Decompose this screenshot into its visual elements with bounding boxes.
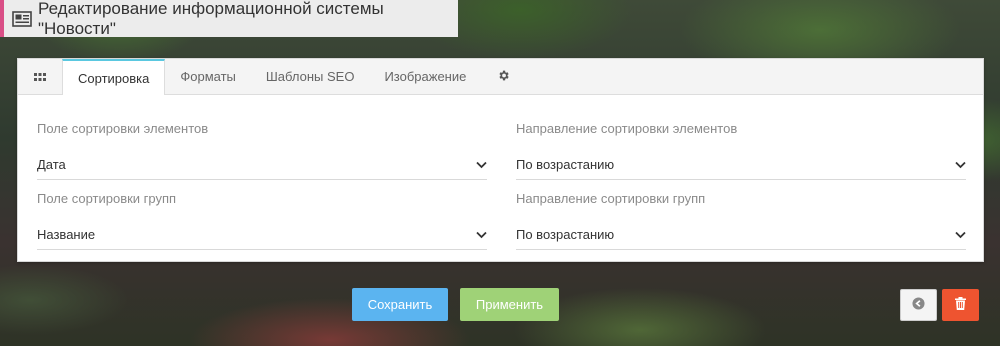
groups-sort-direction-label: Направление сортировки групп <box>516 191 706 206</box>
items-sort-direction-label: Направление сортировки элементов <box>516 121 738 136</box>
chevron-down-icon <box>476 227 487 242</box>
save-button[interactable]: Сохранить <box>352 288 448 321</box>
newspaper-icon <box>12 10 32 27</box>
select-value: По возрастанию <box>516 156 615 172</box>
delete-button[interactable] <box>942 289 979 321</box>
circle-arrow-left-icon <box>912 297 925 313</box>
trash-icon <box>955 297 966 313</box>
items-sort-direction-group: Направление сортировки элементов По возр… <box>516 121 966 180</box>
select-value: По возрастанию <box>516 226 615 242</box>
groups-sort-direction-select[interactable]: По возрастанию <box>516 219 966 250</box>
select-value: Название <box>37 226 96 242</box>
groups-sort-field-label: Поле сортировки групп <box>37 191 177 206</box>
apply-button[interactable]: Применить <box>460 288 559 321</box>
page-header: Редактирование информационной системы "Н… <box>0 0 458 38</box>
tab-sorting[interactable]: Сортировка <box>62 59 166 95</box>
tab-image[interactable]: Изображение <box>369 59 481 94</box>
items-sort-field-group: Поле сортировки элементов Дата <box>37 121 487 180</box>
tab-content: Поле сортировки элементов Дата Направлен… <box>18 95 983 250</box>
tab-seo-templates[interactable]: Шаблоны SEO <box>251 59 370 94</box>
items-sort-field-select[interactable]: Дата <box>37 149 487 180</box>
tab-label: Форматы <box>180 69 236 84</box>
tab-bar: Сортировка Форматы Шаблоны SEO Изображен… <box>18 59 983 95</box>
gear-icon <box>497 69 510 85</box>
tab-label: Изображение <box>384 69 467 84</box>
tab-label: Шаблоны SEO <box>265 69 355 84</box>
tab-label: Сортировка <box>78 70 150 86</box>
page-title: Редактирование информационной системы "Н… <box>38 0 384 38</box>
chevron-down-icon <box>955 157 966 172</box>
groups-sort-field-select[interactable]: Название <box>37 219 487 250</box>
tab-grid[interactable] <box>18 59 62 94</box>
groups-sort-field-group: Поле сортировки групп Название <box>37 191 487 250</box>
grid-icon <box>34 69 46 84</box>
items-sort-direction-select[interactable]: По возрастанию <box>516 149 966 180</box>
items-sort-field-label: Поле сортировки элементов <box>37 121 209 136</box>
settings-panel: Сортировка Форматы Шаблоны SEO Изображен… <box>17 58 984 262</box>
groups-sort-direction-group: Направление сортировки групп По возраста… <box>516 191 966 250</box>
chevron-down-icon <box>476 157 487 172</box>
chevron-down-icon <box>955 227 966 242</box>
tab-settings[interactable] <box>481 59 526 94</box>
tab-formats[interactable]: Форматы <box>165 59 251 94</box>
back-button[interactable] <box>900 289 937 321</box>
select-value: Дата <box>37 156 66 172</box>
